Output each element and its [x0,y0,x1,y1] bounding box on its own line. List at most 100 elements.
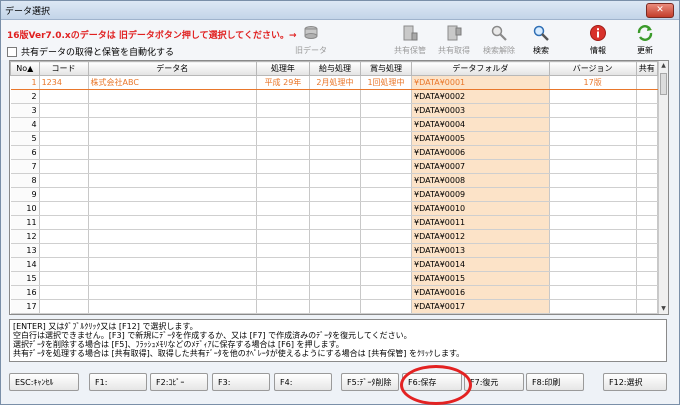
search-clear-button[interactable]: 検索解除 [480,24,518,58]
refresh-label: 更新 [637,46,653,55]
cell-year [256,201,310,216]
table-row[interactable]: 11 ¥DATA¥0011 [10,215,658,230]
cell-folder: ¥DATA¥0008 [411,173,550,188]
shared-save-button[interactable]: 共有保管 [391,24,429,58]
cell-version [549,145,637,160]
scroll-thumb[interactable] [660,73,667,95]
f7-restore-button[interactable]: F7:復元 [464,373,524,391]
cell-year [256,215,310,230]
cell-shared [636,131,658,146]
cell-name [88,159,257,174]
table-row[interactable]: 5 ¥DATA¥0005 [10,131,658,146]
table-row[interactable]: 14 ¥DATA¥0014 [10,257,658,272]
f1-button[interactable]: F1: [89,373,147,391]
header-year[interactable]: 処理年 [255,61,310,76]
table-row[interactable]: 2 ¥DATA¥0002 [10,89,658,104]
cell-name [88,271,257,286]
shared-get-button[interactable]: 共有取得 [435,24,473,58]
f12-select-button[interactable]: F12:選択 [603,373,667,391]
cell-salary [309,187,361,202]
checkbox-box[interactable] [7,46,17,57]
cell-name [88,145,257,160]
cell-no: 10 [10,201,40,216]
cell-version [549,271,637,286]
table-row[interactable]: 12 ¥DATA¥0012 [10,229,658,244]
cell-bonus [360,285,413,300]
f4-button[interactable]: F4: [274,373,332,391]
scroll-up-icon[interactable]: ▲ [659,61,668,71]
highlight-circle [400,365,472,405]
cell-bonus [360,271,413,286]
header-code[interactable]: コード [38,61,89,76]
data-grid[interactable]: No▲ コード データ名 処理年 給与処理 賞与処理 データフォルダ バージョン… [9,60,669,315]
cell-year [256,173,310,188]
window-title: データ選択 [5,7,51,17]
cell-no: 3 [10,103,40,118]
cell-shared [636,257,658,272]
cell-code [39,285,89,300]
table-row[interactable]: 4 ¥DATA¥0004 [10,117,658,132]
header-no[interactable]: No▲ [10,61,40,76]
search-label: 検索 [533,46,549,55]
header-name[interactable]: データ名 [87,61,257,76]
f3-button[interactable]: F3: [212,373,270,391]
cell-code [39,257,89,272]
search-button[interactable]: 検索 [522,24,560,58]
cell-code [39,131,89,146]
close-button[interactable]: ✕ [646,3,674,18]
cell-folder: ¥DATA¥0007 [411,159,550,174]
f8-print-button[interactable]: F8:印刷 [526,373,584,391]
header-folder[interactable]: データフォルダ [411,61,550,76]
cell-salary [309,145,361,160]
table-row[interactable]: 16 ¥DATA¥0016 [10,285,658,300]
table-row[interactable]: 17 ¥DATA¥0017 [10,299,658,314]
table-row[interactable]: 8 ¥DATA¥0008 [10,173,658,188]
server-save-icon [401,24,419,42]
table-row[interactable]: 7 ¥DATA¥0007 [10,159,658,174]
cell-name [88,201,257,216]
old-data-button[interactable]: 旧データ [292,24,330,58]
cell-year [256,187,310,202]
info-button[interactable]: 情報 [579,24,617,58]
header-salary[interactable]: 給与処理 [308,61,361,76]
cell-no: 8 [10,173,40,188]
cell-salary [309,201,361,216]
table-row[interactable]: 9 ¥DATA¥0009 [10,187,658,202]
cell-no: 14 [10,257,40,272]
vertical-scrollbar[interactable]: ▲ ▼ [658,61,668,314]
refresh-button[interactable]: 更新 [626,24,664,58]
header-version[interactable]: バージョン [548,61,637,76]
scroll-down-icon[interactable]: ▼ [659,304,668,314]
data-table: No▲ コード データ名 処理年 給与処理 賞与処理 データフォルダ バージョン… [10,61,658,314]
cell-year [256,117,310,132]
table-row[interactable]: 3 ¥DATA¥0003 [10,103,658,118]
cell-version [549,215,637,230]
f5-delete-button[interactable]: F5:ﾃﾞｰﾀ削除 [341,373,399,391]
shared-save-label: 共有保管 [394,46,426,55]
table-row[interactable]: 15 ¥DATA¥0015 [10,271,658,286]
table-row[interactable]: 10 ¥DATA¥0010 [10,201,658,216]
header-bonus[interactable]: 賞与処理 [359,61,413,76]
cell-no: 4 [10,117,40,132]
cell-version [549,243,637,258]
auto-share-checkbox[interactable]: 共有データの取得と保管を自動化する [7,45,174,58]
table-row[interactable]: 13 ¥DATA¥0013 [10,243,658,258]
cell-folder: ¥DATA¥0010 [411,201,550,216]
cell-version [549,131,637,146]
cell-name [88,131,257,146]
help-line: 空白行は選択できません。[F3] で新規にﾃﾞｰﾀを作成するか、又は [F7] … [13,331,412,340]
table-row[interactable]: 1 1234 株式会社ABC 平成 29年 2月処理中 1回処理中 ¥DATA¥0001 17… [10,75,658,90]
cell-name [88,229,257,244]
cell-version [549,257,637,272]
cell-shared [636,159,658,174]
cell-no: 17 [10,299,40,314]
esc-cancel-button[interactable]: ESC:ｷｬﾝｾﾙ [9,373,79,391]
cell-code [39,117,89,132]
cell-salary [309,257,361,272]
cell-bonus: 1回処理中 [360,75,413,90]
table-row[interactable]: 6 ¥DATA¥0006 [10,145,658,160]
cell-bonus [360,229,413,244]
cell-salary: 2月処理中 [309,75,361,90]
header-shared[interactable]: 共有 [635,61,658,76]
f2-copy-button[interactable]: F2:ｺﾋﾟｰ [150,373,208,391]
